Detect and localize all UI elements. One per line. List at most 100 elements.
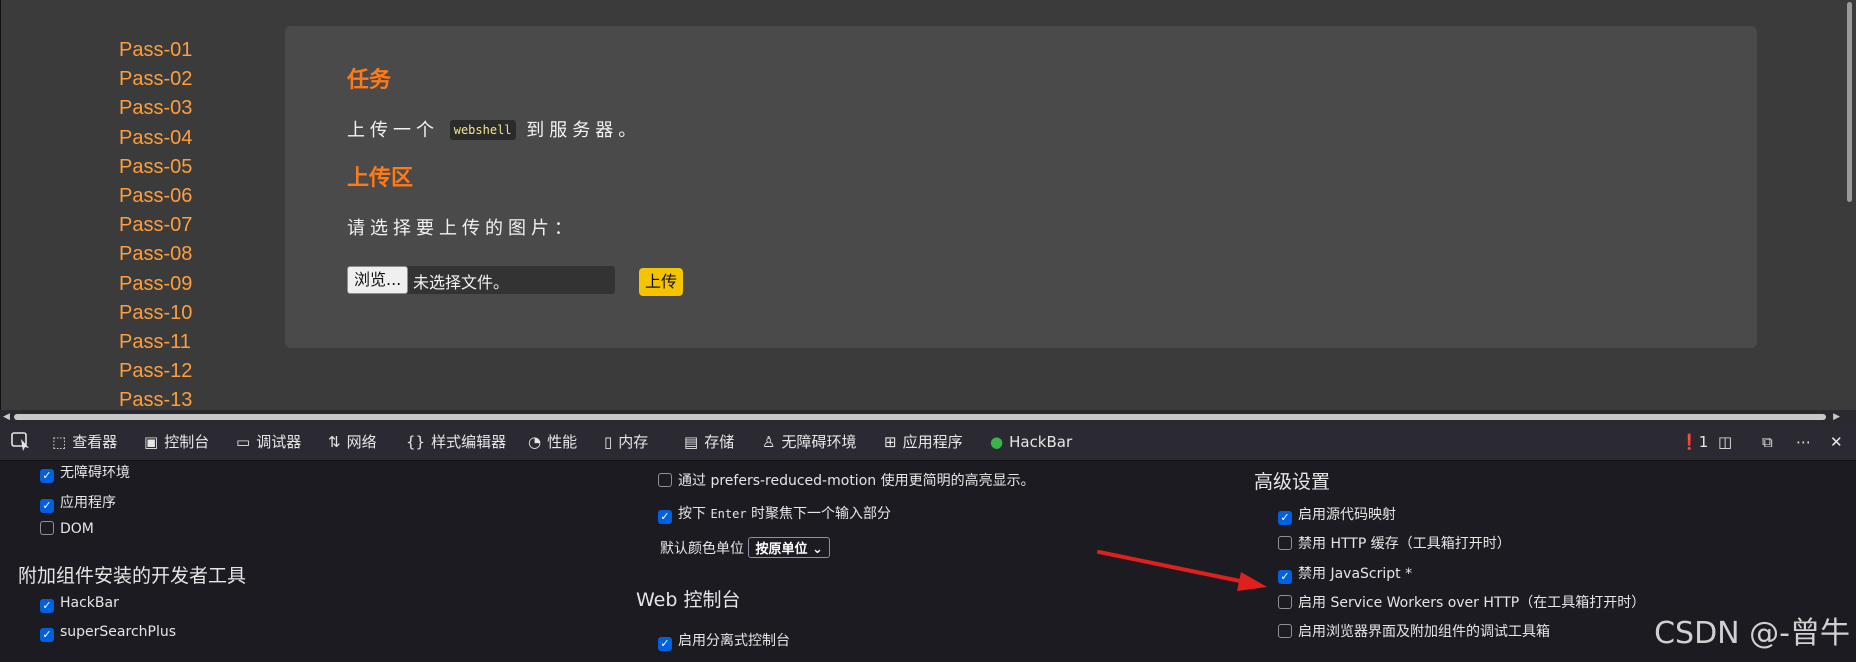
setting-label: HackBar <box>60 595 119 611</box>
red-arrow-annotation <box>1097 550 1267 591</box>
chevron-down-icon: ⌄ <box>812 542 823 557</box>
setting-disable-javascript[interactable]: ✓ 禁用 JavaScript * <box>1278 563 1412 584</box>
setting-accessibility[interactable]: ✓ 无障碍环境 <box>40 462 130 483</box>
sidebar-item-pass-09[interactable]: Pass-09 <box>119 270 192 299</box>
devtools-toolbar: ⬚ 查看器 ▣ 控制台 ▭ 调试器 ⇅ 网络 {} 样式编辑器 ◔ 性能 ▯ 内存 ▤ 存储 ♙… <box>0 424 1856 461</box>
error-icon: ❗ <box>1680 433 1699 451</box>
scroll-right-icon[interactable]: ▶ <box>1833 412 1840 422</box>
sidebar-item-pass-01[interactable]: Pass-01 <box>119 36 192 65</box>
checkbox-checked-icon[interactable]: ✓ <box>1278 570 1292 584</box>
tab-network[interactable]: ⇅ 网络 <box>328 424 377 460</box>
checkbox-checked-icon[interactable]: ✓ <box>40 469 54 483</box>
setting-application[interactable]: ✓ 应用程序 <box>40 492 116 513</box>
setting-service-workers[interactable]: 启用 Service Workers over HTTP（在工具箱打开时） <box>1278 592 1645 612</box>
performance-icon: ◔ <box>528 433 542 451</box>
tab-label: 查看器 <box>72 433 118 451</box>
setting-reduced-motion[interactable]: 通过 prefers-reduced-motion 使用更简明的高亮显示。 <box>658 470 1035 490</box>
checkbox-checked-icon[interactable]: ✓ <box>40 499 54 513</box>
scroll-left-icon[interactable]: ◀ <box>3 412 10 422</box>
setting-label: superSearchPlus <box>60 624 177 640</box>
vertical-scrollbar[interactable] <box>1842 0 1856 410</box>
tab-inspector[interactable]: ⬚ 查看器 <box>52 424 117 460</box>
checkbox-checked-icon[interactable]: ✓ <box>1278 511 1292 525</box>
error-indicator[interactable]: ❗1 <box>1680 424 1708 460</box>
browse-button[interactable]: 浏览... <box>347 266 409 294</box>
sidebar-item-pass-05[interactable]: Pass-05 <box>119 153 192 182</box>
debugger-icon: ▭ <box>236 433 251 451</box>
task-code: webshell <box>449 120 516 140</box>
setting-label: 按下 <box>678 506 706 522</box>
no-file-text: 未选择文件。 <box>413 273 510 292</box>
setting-supersearchplus[interactable]: ✓ superSearchPlus <box>40 624 176 642</box>
csdn-watermark: CSDN @-曾牛 <box>1654 616 1850 651</box>
setting-hackbar[interactable]: ✓ HackBar <box>40 595 119 613</box>
advanced-settings-heading: 高级设置 <box>1254 471 1331 493</box>
enter-key-code: Enter <box>710 507 747 521</box>
style-editor-icon: {} <box>406 433 426 451</box>
sidebar-item-pass-11[interactable]: Pass-11 <box>119 328 192 357</box>
setting-enter-focus[interactable]: ✓ 按下 Enter 时聚焦下一个输入部分 <box>658 503 891 524</box>
tab-performance[interactable]: ◔ 性能 <box>528 424 577 460</box>
setting-split-console[interactable]: ✓ 启用分离式控制台 <box>658 630 790 651</box>
more-options-icon[interactable]: ⋯ <box>1796 424 1811 460</box>
console-icon: ▣ <box>144 433 159 451</box>
tab-application[interactable]: ⊞ 应用程序 <box>884 424 963 460</box>
sidebar-item-pass-12[interactable]: Pass-12 <box>119 357 192 386</box>
tab-hackbar[interactable]: ● HackBar <box>990 424 1072 460</box>
sidebar-item-pass-08[interactable]: Pass-08 <box>119 240 192 269</box>
checkbox-checked-icon[interactable]: ✓ <box>40 599 54 613</box>
checkbox-unchecked-icon[interactable] <box>1278 536 1292 550</box>
tab-storage[interactable]: ▤ 存储 <box>684 424 734 460</box>
task-heading: 任务 <box>347 68 392 93</box>
checkbox-checked-icon[interactable]: ✓ <box>658 637 672 651</box>
setting-label: 禁用 HTTP 缓存（工具箱打开时） <box>1298 536 1511 552</box>
sidebar-item-pass-02[interactable]: Pass-02 <box>119 65 192 94</box>
accessibility-icon: ♙ <box>762 433 776 451</box>
horizontal-scrollbar[interactable]: ◀ ▶ <box>0 410 1856 424</box>
sidebar-item-pass-07[interactable]: Pass-07 <box>119 211 192 240</box>
setting-label: 禁用 JavaScript * <box>1298 566 1413 582</box>
tab-accessibility[interactable]: ♙ 无障碍环境 <box>762 424 856 460</box>
close-icon[interactable]: ✕ <box>1830 424 1843 460</box>
tab-style-editor[interactable]: {} 样式编辑器 <box>406 424 506 460</box>
setting-label: 启用源代码映射 <box>1298 507 1396 523</box>
checkbox-checked-icon[interactable]: ✓ <box>658 510 672 524</box>
horizontal-scroll-thumb[interactable] <box>14 414 1826 420</box>
tab-debugger[interactable]: ▭ 调试器 <box>236 424 301 460</box>
task-text-after: 到服务器。 <box>526 120 642 141</box>
upload-button[interactable]: 上传 <box>639 268 684 296</box>
setting-source-maps[interactable]: ✓ 启用源代码映射 <box>1278 504 1396 525</box>
setting-browser-toolbox[interactable]: 启用浏览器界面及附加组件的调试工具箱 <box>1278 621 1550 641</box>
color-unit-value: 按原单位 <box>755 542 808 557</box>
setting-disable-http-cache[interactable]: 禁用 HTTP 缓存（工具箱打开时） <box>1278 533 1511 553</box>
sidebar-item-pass-06[interactable]: Pass-06 <box>119 182 192 211</box>
file-input[interactable]: 浏览... 未选择文件。 <box>347 266 615 294</box>
setting-dom[interactable]: DOM <box>40 521 94 537</box>
checkbox-unchecked-icon[interactable] <box>1278 595 1292 609</box>
tab-label: 无障碍环境 <box>781 433 857 451</box>
tab-label: 存储 <box>704 433 735 451</box>
split-console-icon[interactable]: ◫ <box>1718 424 1732 460</box>
checkbox-unchecked-icon[interactable] <box>1278 624 1292 638</box>
checkbox-unchecked-icon[interactable] <box>658 473 672 487</box>
checkbox-checked-icon[interactable]: ✓ <box>40 628 54 642</box>
tab-label: 调试器 <box>256 433 302 451</box>
sidebar-item-pass-03[interactable]: Pass-03 <box>119 94 192 123</box>
color-unit-select[interactable]: 按原单位 ⌄ <box>748 537 830 558</box>
addons-heading: 附加组件安装的开发者工具 <box>18 565 247 587</box>
tab-memory[interactable]: ▯ 内存 <box>604 424 648 460</box>
network-icon: ⇅ <box>328 433 341 451</box>
tab-label: 应用程序 <box>902 433 963 451</box>
setting-label: 启用浏览器界面及附加组件的调试工具箱 <box>1298 624 1550 640</box>
dock-side-icon[interactable]: ⧉ <box>1762 424 1773 460</box>
storage-icon: ▤ <box>684 433 699 451</box>
vertical-scroll-thumb[interactable] <box>1847 2 1852 202</box>
sidebar-item-pass-04[interactable]: Pass-04 <box>119 124 192 153</box>
upload-heading: 上传区 <box>347 166 414 191</box>
tab-console[interactable]: ▣ 控制台 <box>144 424 209 460</box>
element-picker-icon[interactable] <box>10 424 32 460</box>
setting-label: 启用分离式控制台 <box>678 633 790 649</box>
memory-icon: ▯ <box>604 433 613 451</box>
checkbox-unchecked-icon[interactable] <box>40 521 54 535</box>
sidebar-item-pass-10[interactable]: Pass-10 <box>119 299 192 328</box>
